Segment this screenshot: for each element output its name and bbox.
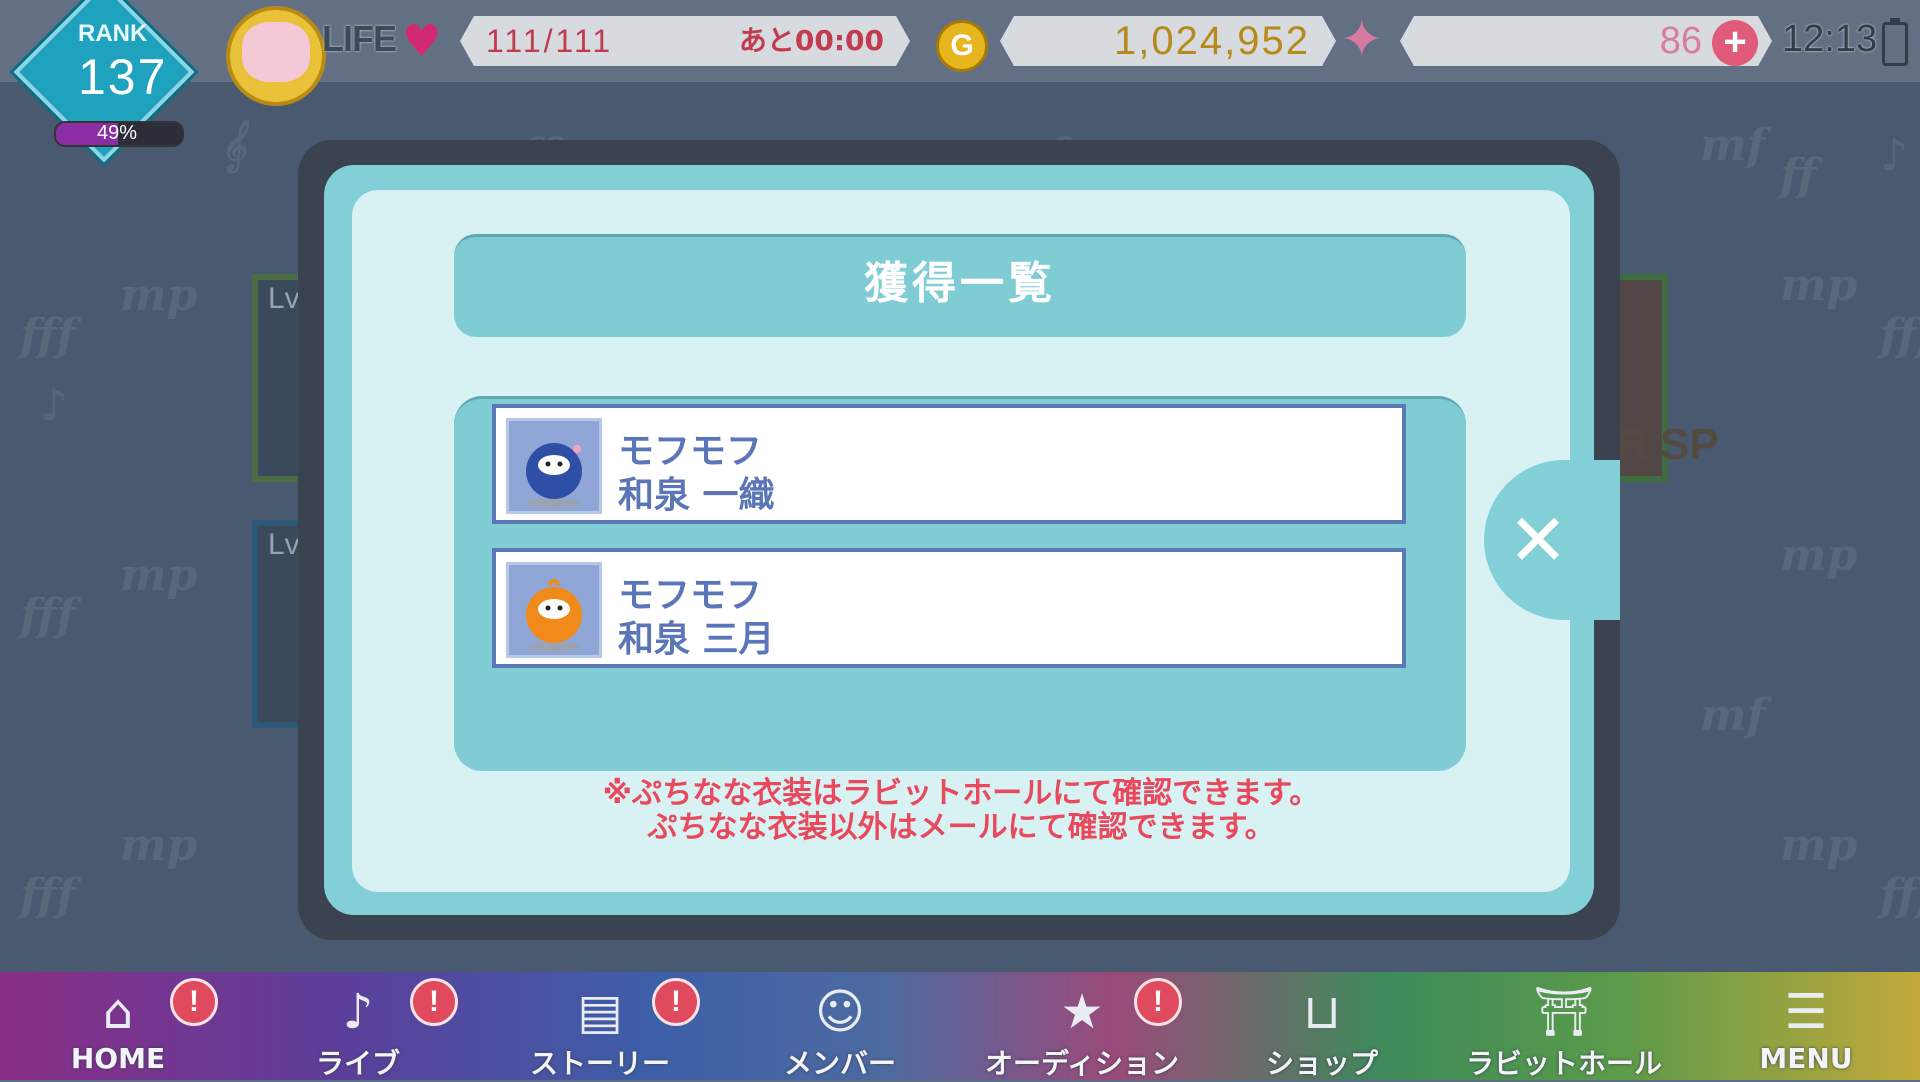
nav-label: ラビットホール: [1465, 1047, 1662, 1080]
life-value: 111/111: [486, 23, 614, 59]
star-value: 86: [1659, 20, 1702, 62]
item-owner: 和泉 一織: [618, 475, 775, 516]
life-label: LIFE: [322, 18, 397, 59]
nav-menu[interactable]: ☰ MENU: [1706, 972, 1906, 1080]
nav-label: ショップ: [1265, 1047, 1378, 1080]
close-icon[interactable]: ✕: [1506, 500, 1570, 580]
mofumofu-thumbnail: [506, 562, 602, 658]
list-item[interactable]: モフモフ 和泉 一織: [492, 404, 1406, 524]
basket-icon: ⊔: [1303, 984, 1341, 1040]
nav-label: ライブ: [315, 1047, 400, 1080]
nav-member[interactable]: ☺ メンバー: [740, 972, 940, 1080]
rank-label: RANK: [78, 20, 148, 47]
item-owner: 和泉 三月: [618, 619, 775, 660]
add-stars-button[interactable]: +: [1712, 20, 1758, 66]
nav-rabbit-hall[interactable]: ⛩ ラビットホール: [1464, 972, 1664, 1080]
clock: 12:13: [1782, 18, 1878, 60]
menu-icon: ☰: [1784, 984, 1828, 1040]
star-gem-icon: ✦: [1340, 10, 1384, 70]
gate-icon: ⛩: [1533, 984, 1595, 1040]
member-icon: ☺: [814, 984, 866, 1040]
nav-label: HOME: [70, 1042, 166, 1075]
mofumofu-icon: [526, 443, 582, 508]
rank-progress-text: 49%: [96, 122, 138, 144]
list-item[interactable]: モフモフ 和泉 三月: [492, 548, 1406, 668]
nav-label: MENU: [1759, 1042, 1853, 1075]
dialog-title: 獲得一覧: [864, 258, 1056, 309]
money-value: 1,024,952: [1114, 19, 1310, 63]
heart-icon: ♥: [402, 16, 442, 67]
mofumofu-icon: [526, 579, 582, 652]
alert-badge: !: [410, 978, 458, 1026]
coin-icon: G: [936, 20, 988, 72]
title-badge-icon[interactable]: [226, 6, 326, 106]
life-counter: 111/111 あと00:00: [460, 16, 910, 66]
note-line-2: ぷちなな衣装以外はメールにて確認できます。: [647, 810, 1275, 845]
mofumofu-thumbnail: [506, 418, 602, 514]
nav-shop[interactable]: ⊔ ショップ: [1222, 972, 1422, 1080]
money-counter: 1,024,952: [1000, 16, 1336, 66]
battery-icon: [1882, 18, 1908, 66]
alert-badge: !: [652, 978, 700, 1026]
alert-badge: !: [1134, 978, 1182, 1026]
nav-label: メンバー: [783, 1047, 896, 1080]
alert-badge: !: [170, 978, 218, 1026]
nav-label: ストーリー: [529, 1047, 670, 1080]
nav-label: オーディション: [984, 1047, 1180, 1080]
rank-value: 137: [78, 49, 168, 105]
life-timer: あと00:00: [738, 24, 884, 57]
